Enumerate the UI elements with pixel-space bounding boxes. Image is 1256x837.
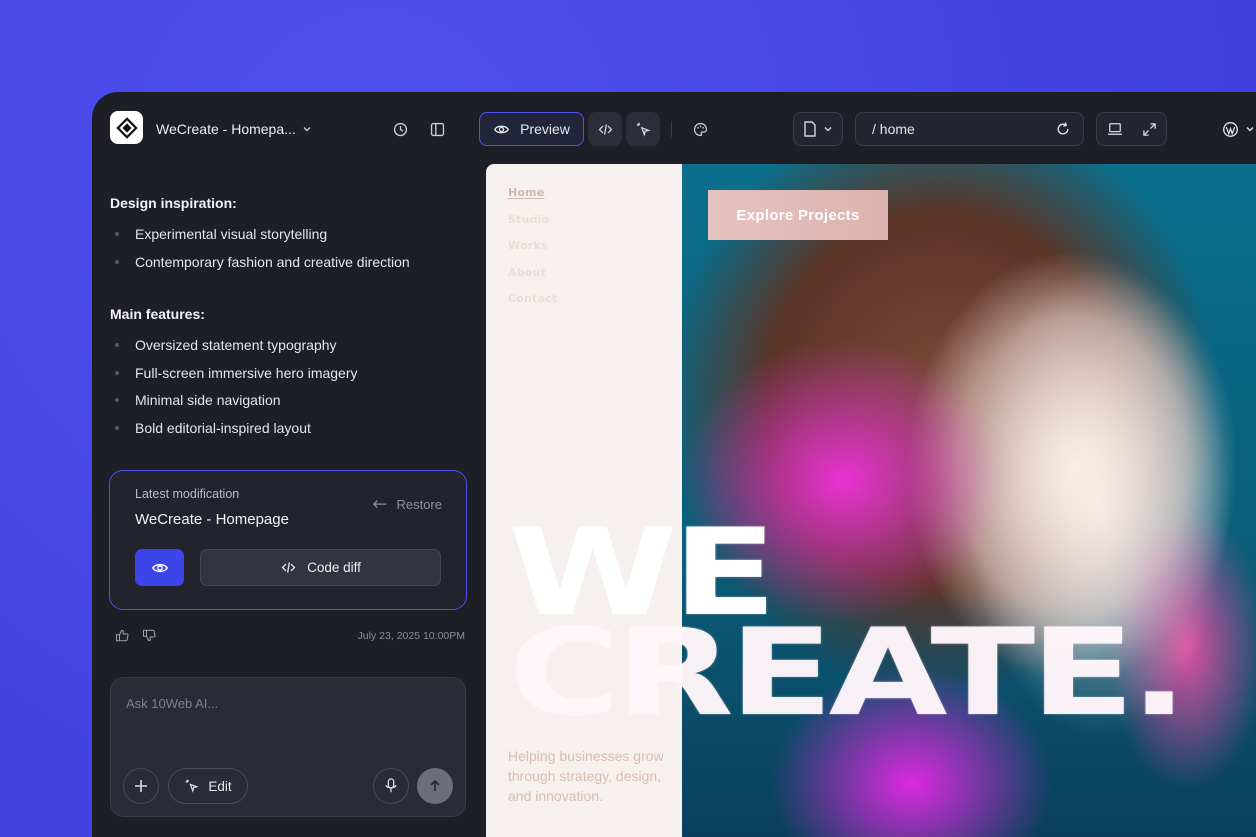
voice-input-button[interactable] bbox=[373, 768, 409, 804]
site-nav-works[interactable]: Works bbox=[508, 239, 557, 266]
site-nav-home[interactable]: Home bbox=[508, 186, 557, 213]
preview-label: Preview bbox=[520, 121, 570, 137]
view-modification-button[interactable] bbox=[135, 549, 184, 586]
device-controls bbox=[1096, 112, 1167, 146]
add-attachment-button[interactable] bbox=[123, 768, 159, 804]
eye-icon bbox=[494, 125, 510, 133]
cursor-click-icon bbox=[185, 779, 200, 793]
arrow-up-icon bbox=[430, 779, 440, 791]
list-item: Experimental visual storytelling bbox=[110, 224, 410, 252]
restore-label: Restore bbox=[396, 497, 442, 512]
chevron-down-icon bbox=[824, 127, 832, 132]
message-timestamp: July 23, 2025 10:00PM bbox=[357, 630, 465, 642]
laptop-icon[interactable] bbox=[1107, 122, 1123, 136]
code-icon bbox=[598, 123, 612, 135]
cursor-click-icon bbox=[636, 122, 651, 137]
features-list: Oversized statement typography Full-scre… bbox=[110, 335, 358, 445]
list-item: Contemporary fashion and creative direct… bbox=[110, 252, 410, 280]
chevron-down-icon bbox=[303, 127, 311, 132]
thumbs-up-icon[interactable] bbox=[115, 628, 130, 643]
prompt-input[interactable] bbox=[126, 696, 446, 736]
app-logo[interactable] bbox=[110, 111, 143, 144]
chat-panel: Design inspiration: Experimental visual … bbox=[92, 164, 480, 837]
page-select[interactable] bbox=[793, 112, 843, 146]
project-title: WeCreate - Homepa... bbox=[156, 121, 296, 137]
restore-button[interactable]: Restore bbox=[372, 497, 442, 512]
modification-name: WeCreate - Homepage bbox=[135, 511, 289, 528]
section-title: Main features: bbox=[110, 306, 205, 322]
preview-button[interactable]: Preview bbox=[479, 112, 584, 146]
chevron-down-icon bbox=[1246, 127, 1254, 132]
site-tagline: Helping businesses grow through strategy… bbox=[508, 748, 664, 804]
toolbar-divider bbox=[671, 121, 672, 137]
list-item: Bold editorial-inspired layout bbox=[110, 418, 358, 446]
modification-card: Latest modification WeCreate - Homepage … bbox=[109, 470, 467, 610]
wordpress-menu[interactable] bbox=[1222, 112, 1255, 146]
list-item: Minimal side navigation bbox=[110, 390, 358, 418]
thumbs-down-icon[interactable] bbox=[142, 628, 157, 643]
design-inspiration-list: Experimental visual storytelling Contemp… bbox=[110, 224, 410, 279]
code-diff-label: Code diff bbox=[307, 560, 361, 575]
undo-arrow-icon bbox=[373, 499, 387, 508]
feedback-controls bbox=[115, 628, 157, 643]
history-icon bbox=[393, 122, 407, 136]
site-nav-contact[interactable]: Contact bbox=[508, 292, 557, 319]
fullscreen-icon[interactable] bbox=[1142, 122, 1157, 137]
sidebar-toggle-button[interactable] bbox=[420, 112, 454, 146]
plus-icon bbox=[135, 780, 147, 792]
send-button[interactable] bbox=[417, 768, 453, 804]
list-item: Oversized statement typography bbox=[110, 335, 358, 363]
edit-mode-button[interactable]: Edit bbox=[168, 768, 248, 804]
explore-projects-button[interactable]: Explore Projects bbox=[708, 190, 888, 240]
logo-icon bbox=[115, 116, 138, 139]
headline-line-2: CREATE. bbox=[508, 604, 1188, 743]
list-item: Full-screen immersive hero imagery bbox=[110, 363, 358, 391]
eye-icon bbox=[151, 563, 168, 572]
theme-button[interactable] bbox=[683, 112, 717, 146]
palette-icon bbox=[693, 122, 707, 136]
url-path: / home bbox=[872, 121, 915, 137]
code-icon bbox=[281, 562, 296, 573]
hero-headline: WE CREATE. bbox=[508, 514, 1188, 743]
history-button[interactable] bbox=[383, 112, 417, 146]
project-selector[interactable]: WeCreate - Homepa... bbox=[156, 121, 312, 137]
edit-label: Edit bbox=[208, 778, 232, 794]
builder-window: WeCreate - Homepa... Preview / home Desi… bbox=[92, 92, 1256, 837]
refresh-icon[interactable] bbox=[1055, 121, 1071, 137]
file-icon bbox=[804, 121, 816, 137]
topbar: WeCreate - Homepa... Preview / home bbox=[92, 92, 1256, 164]
select-element-button[interactable] bbox=[626, 112, 660, 146]
code-diff-button[interactable]: Code diff bbox=[200, 549, 441, 586]
site-nav-studio[interactable]: Studio bbox=[508, 213, 557, 240]
chat-composer: Edit bbox=[110, 677, 466, 817]
section-title: Design inspiration: bbox=[110, 195, 237, 211]
website-preview: Home Studio Works About Contact Helping … bbox=[486, 164, 1256, 837]
sidebar-icon bbox=[430, 122, 444, 136]
code-view-button[interactable] bbox=[588, 112, 622, 146]
wordpress-icon bbox=[1223, 121, 1238, 137]
microphone-icon bbox=[385, 778, 397, 793]
site-nav-about[interactable]: About bbox=[508, 266, 557, 293]
site-nav-links: Home Studio Works About Contact bbox=[508, 186, 557, 319]
modification-label: Latest modification bbox=[135, 487, 240, 501]
url-bar[interactable]: / home bbox=[855, 112, 1084, 146]
